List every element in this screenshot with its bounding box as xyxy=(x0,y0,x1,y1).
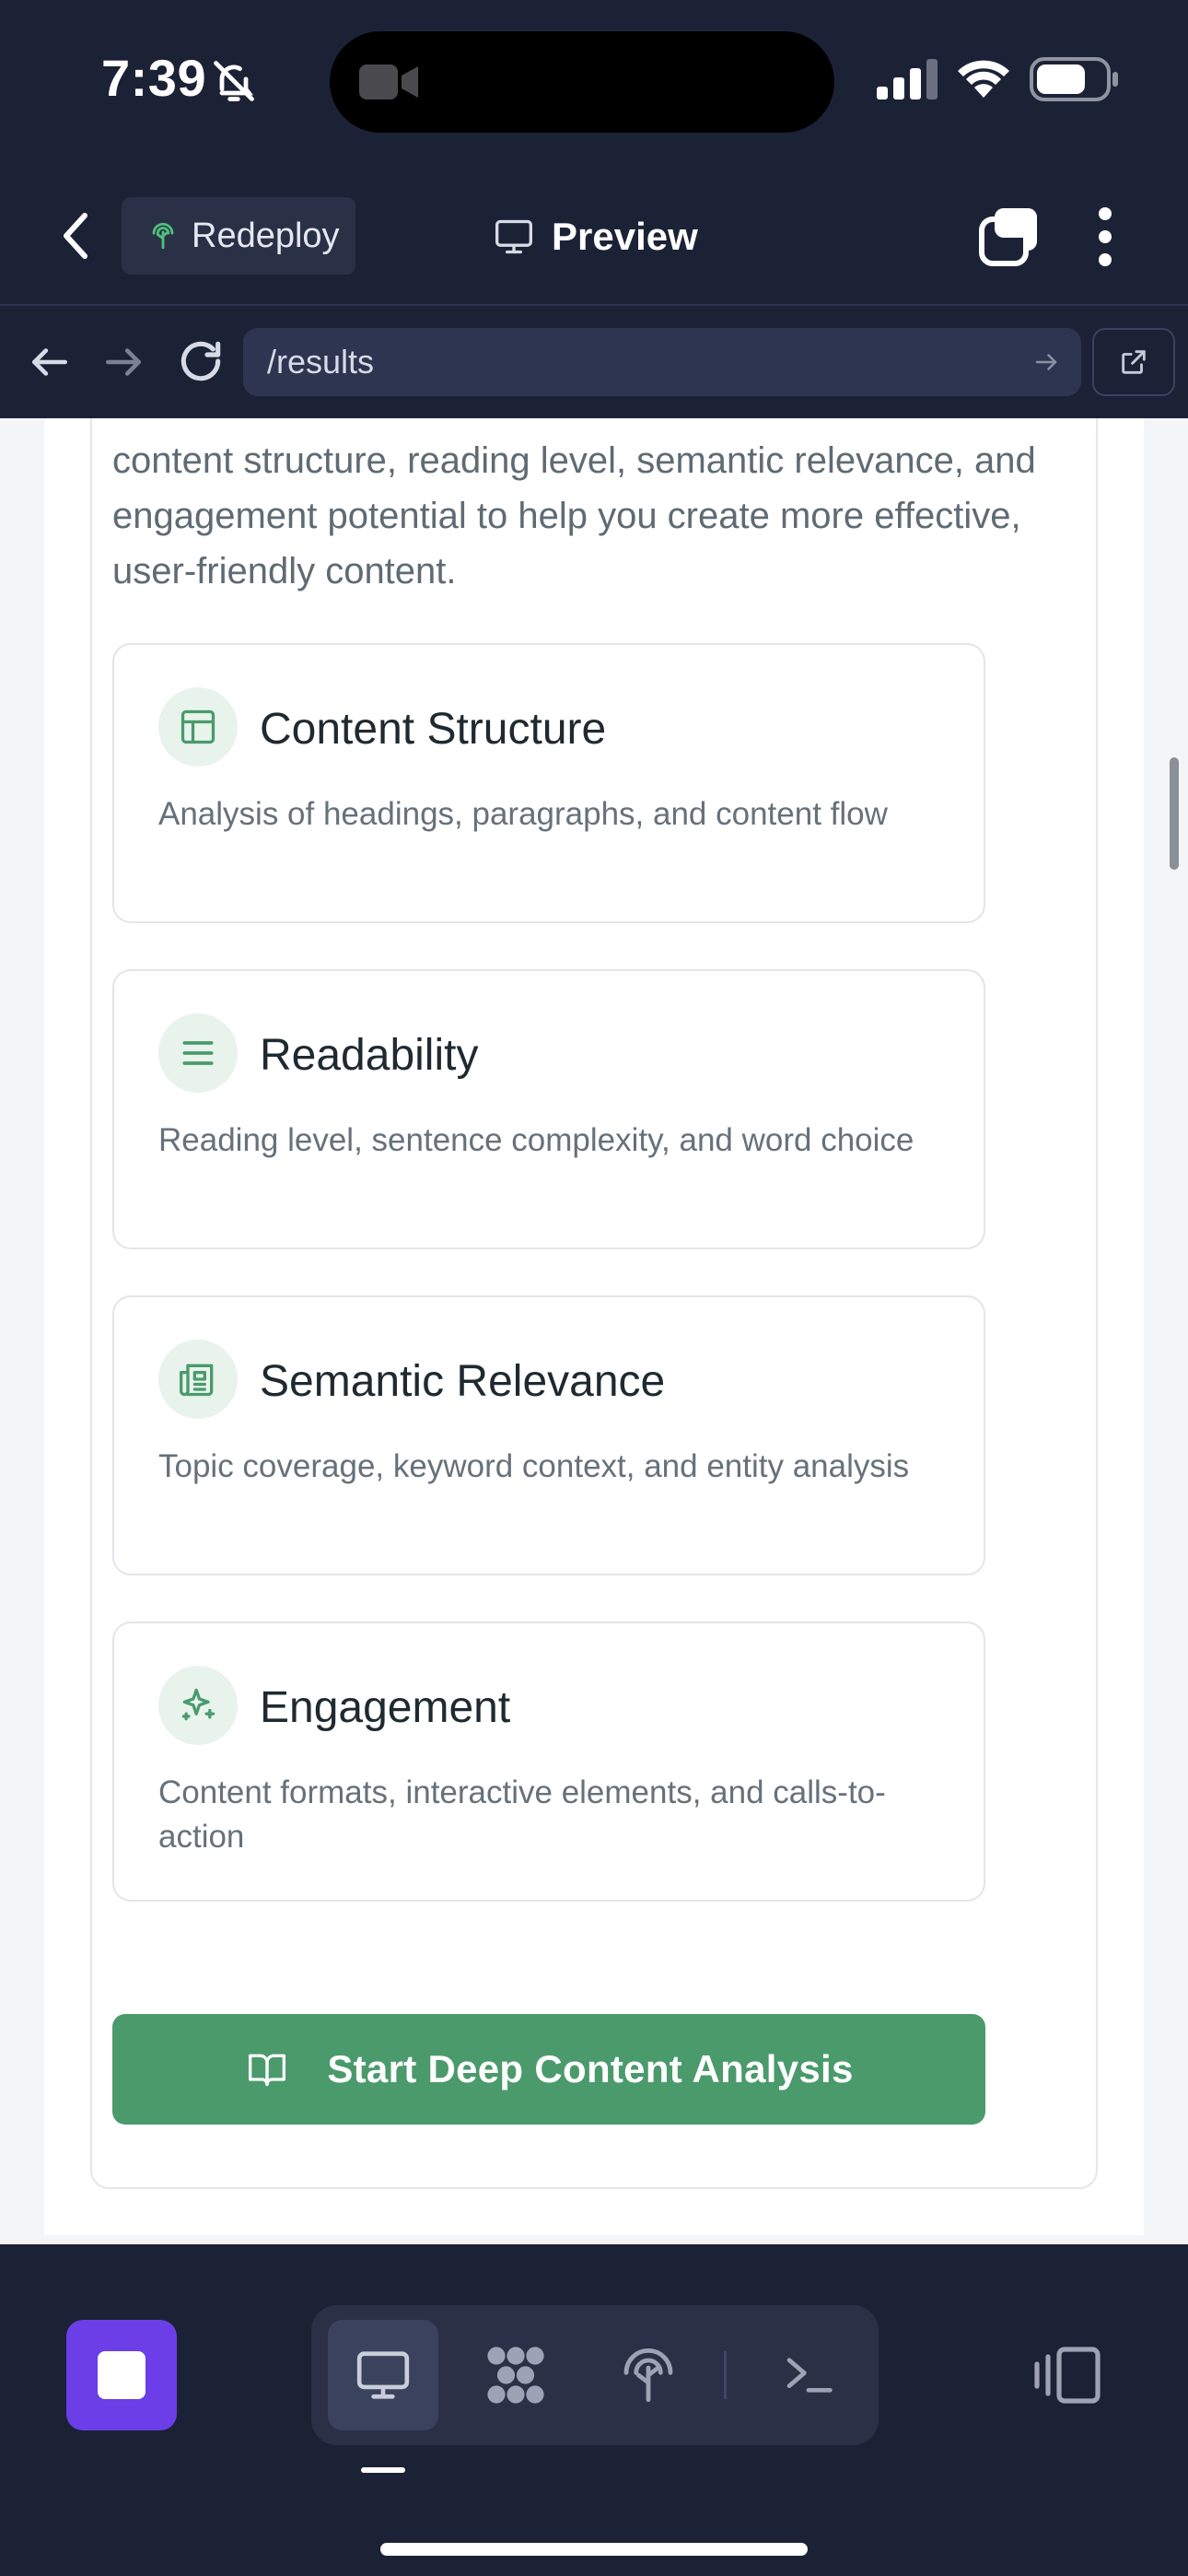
bell-slash-icon xyxy=(214,61,254,101)
cellular-signal-icon xyxy=(877,59,938,100)
panel-toggle-icon[interactable] xyxy=(1031,2346,1101,2405)
grid-tool-button[interactable] xyxy=(460,2320,571,2430)
book-open-icon xyxy=(249,2054,286,2087)
feature-description: Content formats, interactive elements, a… xyxy=(158,1774,886,1855)
feature-card-engagement: Engagement Content formats, interactive … xyxy=(112,1622,985,1902)
more-vertical-icon[interactable] xyxy=(1087,206,1124,267)
feature-description: Analysis of headings, paragraphs, and co… xyxy=(158,796,888,832)
feature-card-readability: Readability Reading level, sentence comp… xyxy=(112,969,985,1249)
chevron-left-icon[interactable] xyxy=(53,210,99,262)
feature-title: Content Structure xyxy=(260,705,607,754)
feature-description: Reading level, sentence complexity, and … xyxy=(158,1122,914,1158)
terminal-tool-button[interactable] xyxy=(753,2320,864,2430)
active-tool-indicator xyxy=(361,2467,405,2473)
start-analysis-label: Start Deep Content Analysis xyxy=(327,2047,854,2090)
deploy-tree-icon xyxy=(152,222,174,250)
tabs-icon[interactable] xyxy=(978,206,1039,267)
grid-icon xyxy=(487,2347,544,2404)
layout-icon xyxy=(158,687,238,767)
url-toolbar: /results xyxy=(0,306,1188,418)
preview-title[interactable]: Preview xyxy=(493,208,698,265)
intro-text: content structure, reading level, semant… xyxy=(112,440,1036,591)
bottom-toolbar xyxy=(0,2263,1188,2576)
feature-card-semantic-relevance: Semantic Relevance Topic coverage, keywo… xyxy=(112,1295,985,1575)
battery-icon xyxy=(1030,57,1118,101)
app-header: Redeploy Preview xyxy=(0,166,1188,306)
toolbar-divider xyxy=(724,2351,727,2399)
desktop-tool-button[interactable] xyxy=(328,2320,438,2430)
deploy-icon xyxy=(623,2348,673,2403)
lines-icon xyxy=(158,1013,238,1093)
stop-button[interactable] xyxy=(66,2320,177,2430)
feature-card-content-structure: Content Structure Analysis of headings, … xyxy=(112,643,985,923)
stop-icon xyxy=(98,2351,146,2399)
status-bar: 7:39 xyxy=(0,0,1188,166)
web-content[interactable]: content structure, reading level, semant… xyxy=(0,418,1188,2244)
wifi-icon xyxy=(958,60,1009,98)
url-text: /results xyxy=(267,343,375,381)
monitor-icon xyxy=(495,219,532,254)
feature-title: Semantic Relevance xyxy=(260,1357,666,1406)
start-analysis-button[interactable]: Start Deep Content Analysis xyxy=(112,2014,985,2125)
newspaper-icon xyxy=(158,1340,238,1419)
refresh-icon[interactable] xyxy=(175,335,227,387)
arrow-right-icon[interactable] xyxy=(99,339,147,385)
redeploy-button[interactable]: Redeploy xyxy=(122,197,355,275)
home-indicator xyxy=(380,2543,808,2556)
external-link-icon xyxy=(1122,350,1146,374)
deploy-tool-button[interactable] xyxy=(593,2320,704,2430)
feature-title: Readability xyxy=(260,1031,479,1080)
arrow-right-icon[interactable] xyxy=(1031,348,1061,376)
feature-description: Topic coverage, keyword context, and ent… xyxy=(158,1448,910,1484)
sparkles-icon xyxy=(158,1666,238,1745)
terminal-icon xyxy=(786,2358,833,2393)
preview-label: Preview xyxy=(552,215,698,258)
video-camera-icon xyxy=(359,64,418,100)
redeploy-label: Redeploy xyxy=(192,216,340,255)
scrollbar-thumb[interactable] xyxy=(1170,757,1179,870)
url-input[interactable]: /results xyxy=(243,328,1081,396)
open-external-button[interactable] xyxy=(1092,328,1175,396)
status-time: 7:39 xyxy=(101,49,207,107)
feature-title: Engagement xyxy=(260,1683,511,1732)
tool-switcher xyxy=(311,2305,879,2445)
arrow-left-icon[interactable] xyxy=(26,339,74,385)
desktop-icon xyxy=(356,2351,410,2399)
